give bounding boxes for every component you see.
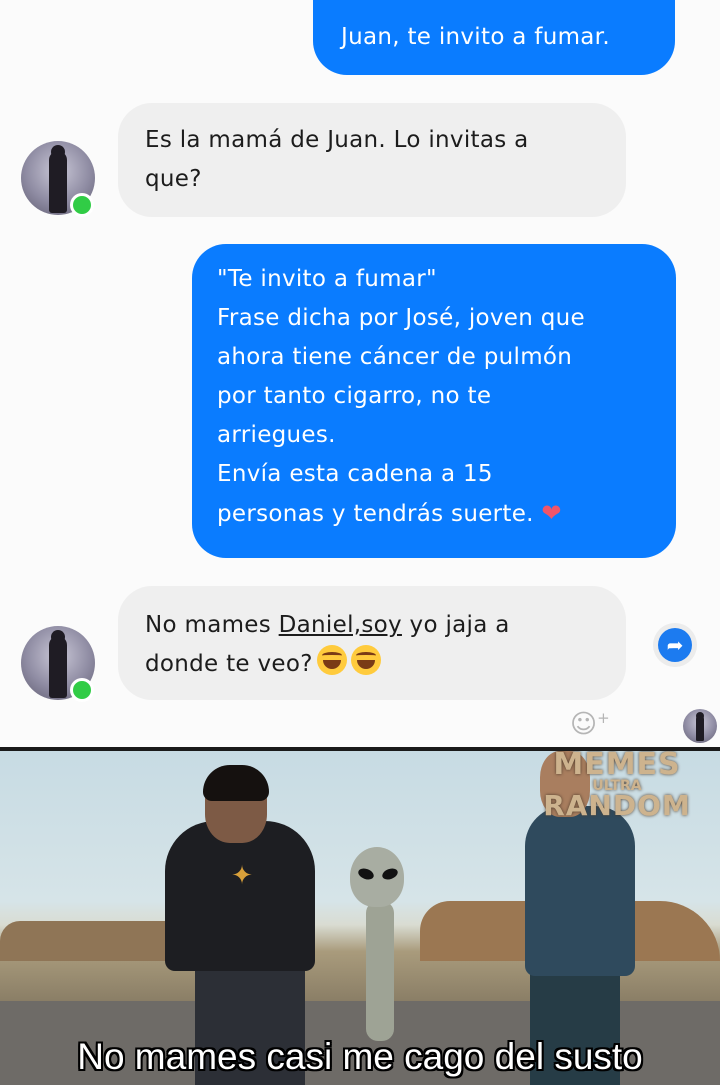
add-reaction-plus: + bbox=[597, 709, 610, 727]
message-text-line: por tanto cigarro, no te bbox=[217, 383, 492, 409]
laughing-face-icon bbox=[316, 645, 347, 675]
alien-body bbox=[366, 901, 394, 1041]
avatar-figure bbox=[696, 715, 704, 741]
message-text-line: Frase dicha por José, joven que bbox=[217, 305, 585, 331]
shirt-logo-icon: ✦ bbox=[231, 861, 253, 891]
message-text: donde te veo? bbox=[145, 651, 313, 677]
message-text-line: arriegues. bbox=[217, 422, 336, 448]
avatar-figure bbox=[49, 636, 67, 698]
message-text-line: "Te invito a fumar" bbox=[217, 266, 437, 292]
message-text: Juan, te invito a fumar. bbox=[341, 24, 610, 50]
watermark-line: RANDOM bbox=[543, 789, 691, 822]
laughing-face-icon bbox=[350, 645, 381, 675]
message-text-line: personas y tendrás suerte. ❤ bbox=[217, 494, 676, 534]
man-left-body bbox=[165, 821, 315, 971]
message-text: yo jaja a bbox=[401, 612, 510, 638]
add-reaction-button[interactable]: ☺+ bbox=[570, 700, 614, 740]
avatar-figure bbox=[49, 151, 67, 213]
message-text-line: Envía esta cadena a 15 bbox=[217, 461, 493, 487]
man-right-body bbox=[525, 806, 635, 976]
online-status-dot bbox=[70, 678, 94, 702]
online-status-dot bbox=[70, 193, 94, 217]
outgoing-message-bubble[interactable]: "Te invito a fumar" Frase dicha por José… bbox=[192, 244, 676, 558]
message-text-line: No mames Daniel,soy yo jaja a bbox=[145, 606, 626, 645]
outgoing-message-bubble[interactable]: Juan, te invito a fumar. bbox=[313, 0, 675, 75]
underlined-text: Daniel,soy bbox=[278, 612, 402, 638]
share-button[interactable]: ➦ bbox=[653, 623, 697, 667]
chat-screenshot: Juan, te invito a fumar. Es la mamá de J… bbox=[0, 0, 720, 750]
message-text-line: ahora tiene cáncer de pulmón bbox=[217, 344, 573, 370]
message-text: No mames bbox=[145, 612, 279, 638]
watermark-logo: MEMES ULTRA RANDOM bbox=[532, 751, 702, 822]
incoming-message-bubble[interactable]: No mames Daniel,soy yo jaja a donde te v… bbox=[118, 586, 626, 700]
message-text: personas y tendrás suerte. bbox=[217, 501, 534, 527]
watermark-line: MEMES bbox=[553, 751, 681, 782]
man-left-hair bbox=[203, 765, 269, 801]
alien-head bbox=[350, 847, 404, 907]
seen-receipt-avatar bbox=[683, 709, 717, 743]
message-text-line: donde te veo? bbox=[145, 645, 626, 684]
add-reaction-icon: ☺ bbox=[570, 709, 598, 740]
message-text-line: que? bbox=[145, 166, 202, 192]
message-text-line: Es la mamá de Juan. Lo invitas a bbox=[145, 127, 529, 153]
share-arrow-icon: ➦ bbox=[658, 628, 692, 662]
incoming-message-bubble[interactable]: Es la mamá de Juan. Lo invitas a que? bbox=[118, 103, 626, 217]
meme-caption: No mames casi me cago del susto bbox=[77, 1036, 643, 1077]
heart-icon: ❤ bbox=[541, 499, 562, 527]
